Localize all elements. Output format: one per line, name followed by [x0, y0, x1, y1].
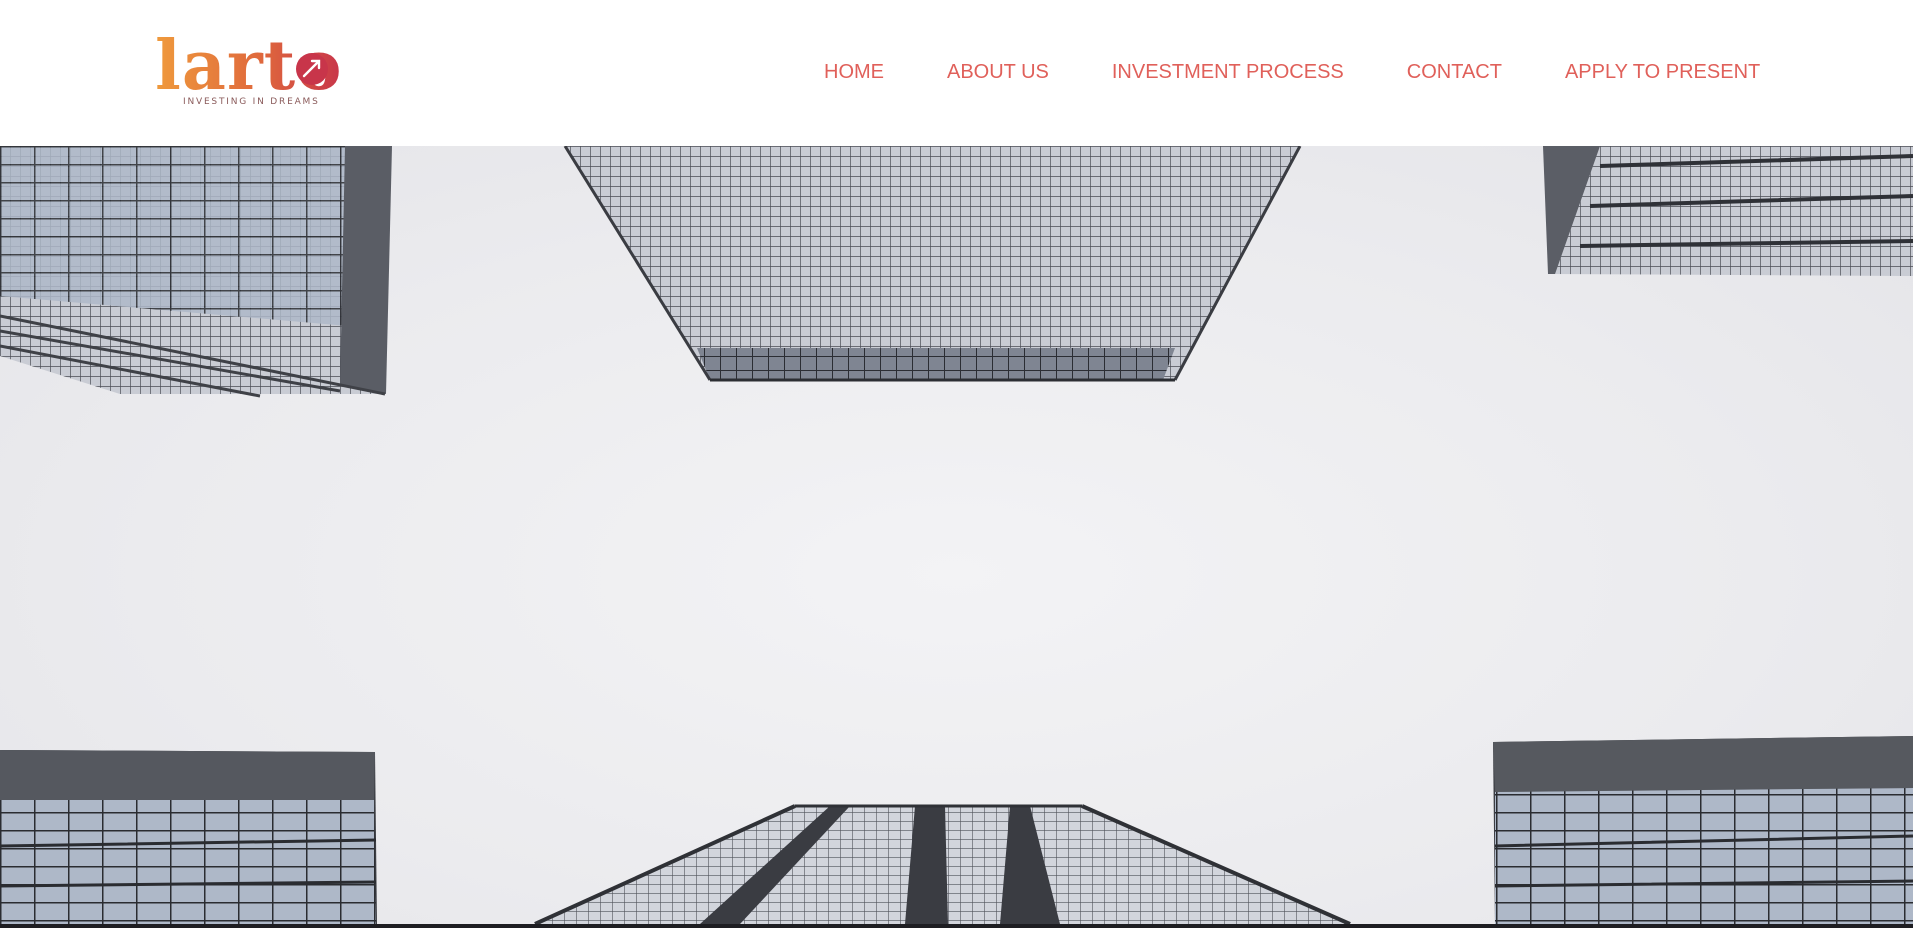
nav-item-about-us[interactable]: ABOUT US	[947, 57, 1049, 87]
main-nav: HOME ABOUT US INVESTMENT PROCESS CONTACT…	[824, 57, 1760, 87]
nav-item-contact[interactable]: CONTACT	[1407, 57, 1502, 87]
skyscrapers-looking-up-image	[0, 146, 1913, 924]
nav-item-apply-to-present[interactable]: APPLY TO PRESENT	[1565, 57, 1760, 87]
site-header: larto INVESTING IN DREAMS HOME ABOUT US …	[0, 0, 1913, 146]
brand-logo[interactable]: larto INVESTING IN DREAMS	[155, 30, 341, 112]
rocket-leaf-icon	[296, 53, 328, 85]
bottom-strip	[0, 924, 1913, 928]
hero-image	[0, 146, 1913, 924]
nav-item-investment-process[interactable]: INVESTMENT PROCESS	[1112, 57, 1344, 87]
brand-tagline: INVESTING IN DREAMS	[183, 97, 320, 107]
nav-item-home[interactable]: HOME	[824, 57, 884, 87]
